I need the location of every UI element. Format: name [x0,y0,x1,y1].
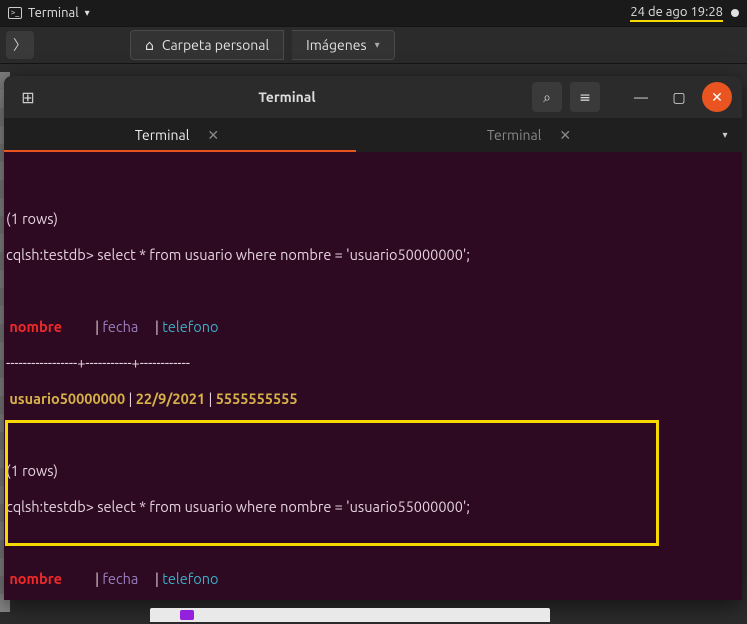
search-button[interactable]: ⌕ [532,82,562,112]
maximize-button[interactable]: ▢ [664,82,694,112]
tab-overflow-button[interactable]: ▾ [708,118,742,152]
tab-label: Terminal [487,127,542,143]
hamburger-icon: ≡ [579,89,591,106]
chevron-down-icon: ▾ [375,39,380,51]
terminal-output[interactable]: (1 rows) cqlsh:testdb> select * from usu… [4,152,742,600]
tab-close-button[interactable]: ✕ [553,127,577,144]
sql-query: select * from usuario where nombre = 'us… [97,246,470,263]
terminal-tab-2[interactable]: Terminal ✕ [356,118,708,152]
files-header: 〉 ⌂ Carpeta personal Imágenes ▾ [0,26,747,64]
terminal-icon: >_ [8,7,22,19]
terminal-tabbar: Terminal ✕ Terminal ✕ ▾ [4,118,742,152]
window-title: Terminal [50,89,524,105]
breadcrumb-images[interactable]: Imágenes ▾ [292,30,394,60]
home-icon: ⌂ [145,37,154,54]
background-window-sliver [150,608,550,622]
topbar-clock[interactable]: 24 de ago 19:28 [630,5,723,22]
notification-dot-icon[interactable] [731,9,739,17]
breadcrumb-home[interactable]: ⌂ Carpeta personal [130,30,284,60]
tab-close-button[interactable]: ✕ [201,127,225,144]
nav-forward-button[interactable]: 〉 [6,31,34,59]
topbar-app-name[interactable]: Terminal [28,6,79,20]
terminal-tab-1[interactable]: Terminal ✕ [4,118,356,152]
col-fecha: fecha [102,318,138,335]
maximize-icon: ▢ [672,89,685,106]
val-telefono: 5555555555 [216,390,298,407]
col-fecha: fecha [102,570,138,587]
tab-label: Terminal [135,127,190,143]
terminal-headerbar: ⊞ Terminal ⌕ ≡ — ▢ ✕ [4,76,742,118]
close-button[interactable]: ✕ [702,82,732,112]
system-topbar: >_ Terminal ▾ 24 de ago 19:28 [0,0,747,26]
col-nombre: nombre [9,318,62,335]
header-separator: -----------------+-----------+----------… [6,354,740,372]
minimize-icon: — [634,89,648,105]
search-icon: ⌕ [543,89,551,106]
breadcrumb-images-label: Imágenes [306,37,366,53]
val-nombre: usuario50000000 [9,390,125,407]
col-nombre: nombre [9,570,62,587]
col-telefono: telefono [162,570,218,587]
cql-prompt: cqlsh:testdb> [6,246,94,263]
new-tab-button[interactable]: ⊞ [14,83,42,111]
rows-count: (1 rows) [6,210,740,228]
breadcrumb-home-label: Carpeta personal [162,37,269,53]
terminal-window: ⊞ Terminal ⌕ ≡ — ▢ ✕ Terminal ✕ Terminal… [4,76,742,600]
close-icon: ✕ [711,89,723,106]
col-telefono: telefono [162,318,218,335]
val-fecha: 22/9/2021 [136,390,205,407]
minimize-button[interactable]: — [626,82,656,112]
hamburger-menu-button[interactable]: ≡ [570,82,600,112]
highlight-box [5,420,659,546]
app-menu-caret-icon[interactable]: ▾ [85,7,90,19]
